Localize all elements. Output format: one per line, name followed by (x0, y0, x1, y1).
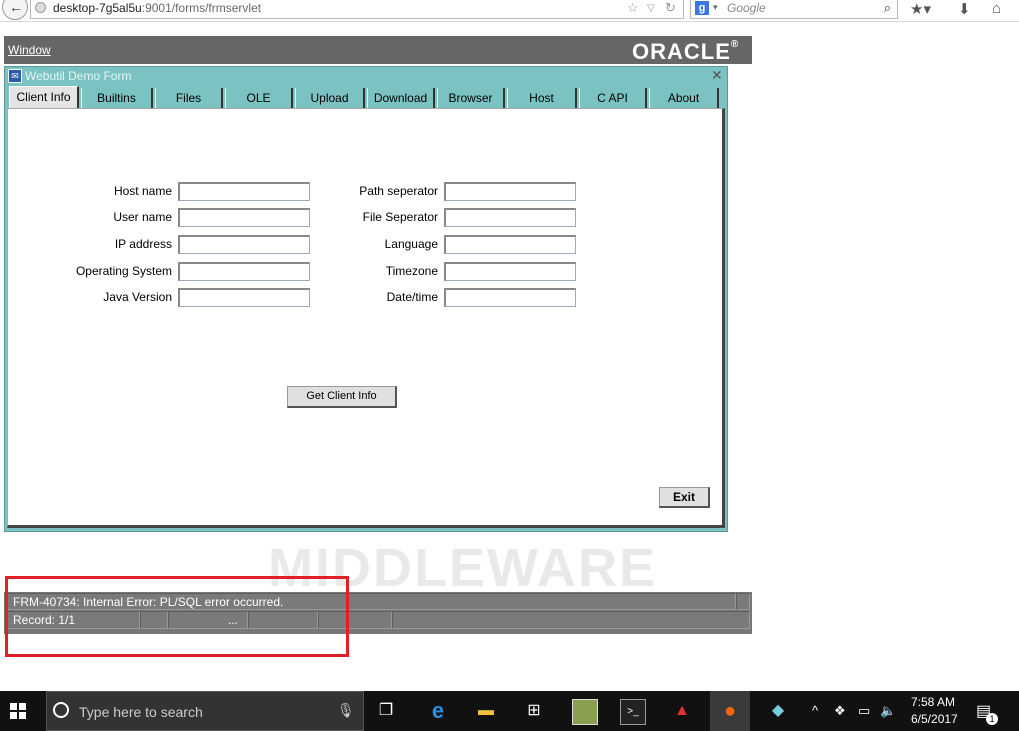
timezone-field[interactable] (444, 262, 576, 281)
ip-address-field[interactable] (178, 235, 310, 254)
clock-time[interactable]: 7:58 AM (911, 695, 955, 709)
window-menu[interactable]: Window (8, 43, 51, 57)
error-highlight-box (5, 576, 349, 657)
tab-strip: Client Info Builtins Files OLE Upload Do… (7, 86, 725, 109)
back-arrow-icon: ← (9, 0, 23, 15)
firefox-icon[interactable]: ● (710, 691, 750, 731)
globe-icon (35, 2, 46, 13)
tab-upload[interactable]: Upload (295, 88, 365, 108)
network-icon[interactable]: ▭ (858, 703, 870, 719)
host-name-field[interactable] (178, 182, 310, 201)
client-info-panel: Host name User name IP address Operating… (7, 108, 725, 528)
windows-taskbar: Type here to search 🎙 ❐ e ▬ ⊞ >_ ▲ ● ◆ ^… (0, 691, 1019, 731)
tab-ole[interactable]: OLE (225, 88, 293, 108)
user-name-field[interactable] (178, 208, 310, 227)
search-dropdown-icon[interactable]: ▾ (713, 2, 718, 13)
operating-system-label: Operating System (75, 264, 172, 278)
download-icon[interactable]: ⬇ (958, 0, 971, 18)
task-view-icon[interactable]: ❐ (374, 699, 398, 723)
forms-app-icon[interactable]: ▲ (670, 699, 694, 723)
taskbar-search[interactable]: Type here to search 🎙 (46, 691, 364, 731)
browser-toolbar: ← desktop-7g5al5u:9001/forms/frmservlet … (0, 0, 1019, 22)
date-time-label: Date/time (386, 290, 438, 304)
dropbox-icon[interactable]: ❖ (834, 703, 846, 719)
dropdown-arrow-icon[interactable]: ▽ (647, 3, 655, 14)
path-separator-label: Path seperator (359, 184, 438, 198)
store-icon[interactable]: ⊞ (522, 699, 546, 723)
notepad-icon[interactable]: ◆ (766, 699, 790, 723)
windows-start-icon[interactable] (10, 703, 26, 719)
status-segment-6 (392, 611, 750, 629)
taskbar-search-placeholder: Type here to search (79, 704, 203, 720)
reload-icon[interactable]: ↻ (665, 0, 676, 16)
tab-download[interactable]: Download (367, 88, 435, 108)
file-separator-label: File Seperator (362, 210, 438, 224)
cortana-icon (53, 702, 69, 718)
tab-builtins[interactable]: Builtins (81, 88, 153, 108)
file-separator-field[interactable] (444, 208, 576, 227)
message-line-end (736, 593, 750, 610)
get-client-info-button[interactable]: Get Client Info (287, 386, 397, 408)
address-bar[interactable]: desktop-7g5al5u:9001/forms/frmservlet ☆ … (30, 0, 684, 19)
cmd-icon[interactable]: >_ (620, 699, 646, 725)
edge-icon[interactable]: e (426, 699, 450, 723)
tab-browser[interactable]: Browser (437, 88, 505, 108)
microphone-icon[interactable]: 🎙 (337, 702, 355, 719)
tab-c-api[interactable]: C API (579, 88, 647, 108)
operating-system-field[interactable] (178, 262, 310, 281)
search-icon[interactable]: ⌕ (884, 0, 891, 16)
timezone-label: Timezone (385, 264, 438, 278)
oracle-logo-text: ORACLE (632, 39, 731, 64)
ip-address-label: IP address (114, 237, 172, 251)
java-version-field[interactable] (178, 288, 310, 307)
home-icon[interactable]: ⌂ (992, 0, 1001, 17)
host-name-label: Host name (113, 184, 172, 198)
search-placeholder: Google (727, 1, 766, 15)
back-button[interactable]: ← (2, 0, 28, 20)
file-explorer-icon[interactable]: ▬ (474, 699, 498, 723)
notification-count: 1 (986, 713, 998, 725)
java-version-label: Java Version (103, 290, 172, 304)
path-separator-field[interactable] (444, 182, 576, 201)
language-field[interactable] (444, 235, 576, 254)
bookmark-star-icon[interactable]: ☆ (627, 0, 639, 16)
form-title: Webutil Demo Form (25, 69, 132, 83)
tab-files[interactable]: Files (155, 88, 223, 108)
volume-icon[interactable]: 🔈 (880, 703, 896, 719)
form-app-icon: ✉ (8, 69, 22, 83)
close-icon[interactable]: ✕ (711, 67, 723, 84)
tab-host[interactable]: Host (507, 88, 577, 108)
webutil-form-window: ✉ Webutil Demo Form ✕ Client Info Builti… (4, 66, 728, 532)
forms-menu-bar: Window ORACLE® (4, 36, 752, 64)
tab-client-info[interactable]: Client Info (9, 86, 79, 109)
language-label: Language (384, 237, 438, 251)
url-text: desktop-7g5al5u:9001/forms/frmservlet (53, 1, 262, 15)
oracle-logo: ORACLE® (632, 39, 739, 65)
tray-expand-icon[interactable]: ^ (812, 703, 818, 718)
oracle-logo-mark: ® (730, 39, 740, 50)
tab-about[interactable]: About (649, 88, 719, 108)
exit-button[interactable]: Exit (659, 487, 710, 508)
app-icon[interactable] (572, 699, 598, 725)
bookmarks-icon[interactable]: ★▾ (910, 0, 931, 18)
user-name-label: User name (113, 210, 172, 224)
form-title-bar: ✉ Webutil Demo Form ✕ (5, 67, 727, 85)
google-icon: g (695, 1, 709, 15)
clock-date[interactable]: 6/5/2017 (911, 712, 958, 726)
date-time-field[interactable] (444, 288, 576, 307)
search-bar[interactable]: g ▾ Google ⌕ (690, 0, 898, 19)
